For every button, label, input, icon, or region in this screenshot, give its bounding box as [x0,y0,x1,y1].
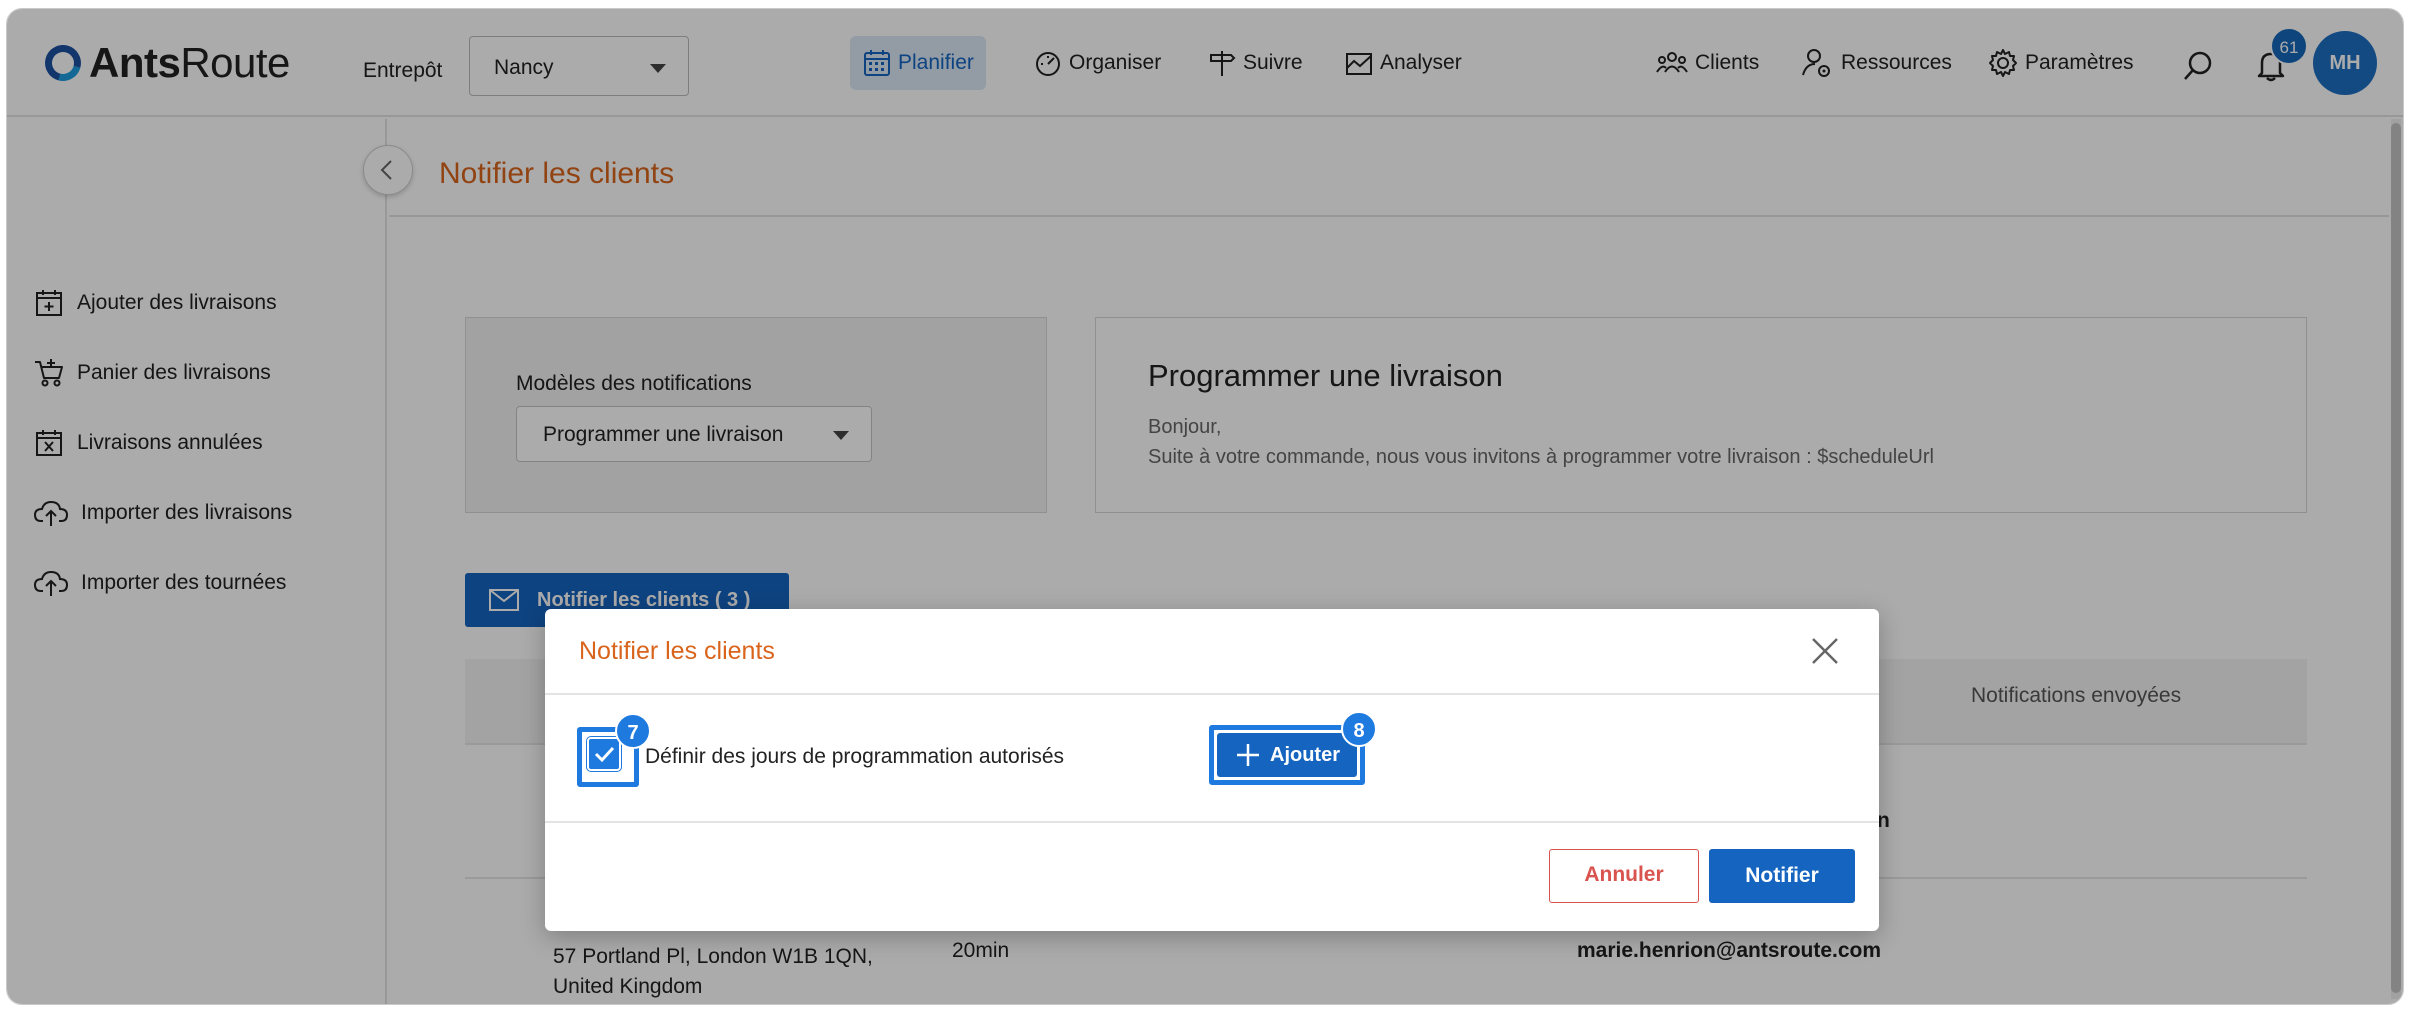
notify-button[interactable]: Notifier [1709,849,1855,903]
checkmark-icon [594,746,615,763]
app-window: AntsRoute Entrepôt Nancy Planifier Organ… [6,8,2404,1005]
divider [545,821,1879,823]
add-button-label: Ajouter [1270,743,1340,766]
plus-icon [1237,744,1259,766]
notify-clients-dialog: Notifier les clients 7 Définir des jours… [545,609,1879,931]
step-badge: 8 [1341,711,1377,747]
close-icon[interactable] [1807,633,1843,669]
allowed-days-checkbox[interactable] [587,737,621,771]
step-badge: 7 [615,713,651,749]
checkbox-label[interactable]: Définir des jours de programmation autor… [645,745,1064,769]
divider [545,693,1879,695]
add-button[interactable]: Ajouter [1217,733,1357,777]
dialog-title: Notifier les clients [579,637,775,665]
cancel-button[interactable]: Annuler [1549,849,1699,903]
